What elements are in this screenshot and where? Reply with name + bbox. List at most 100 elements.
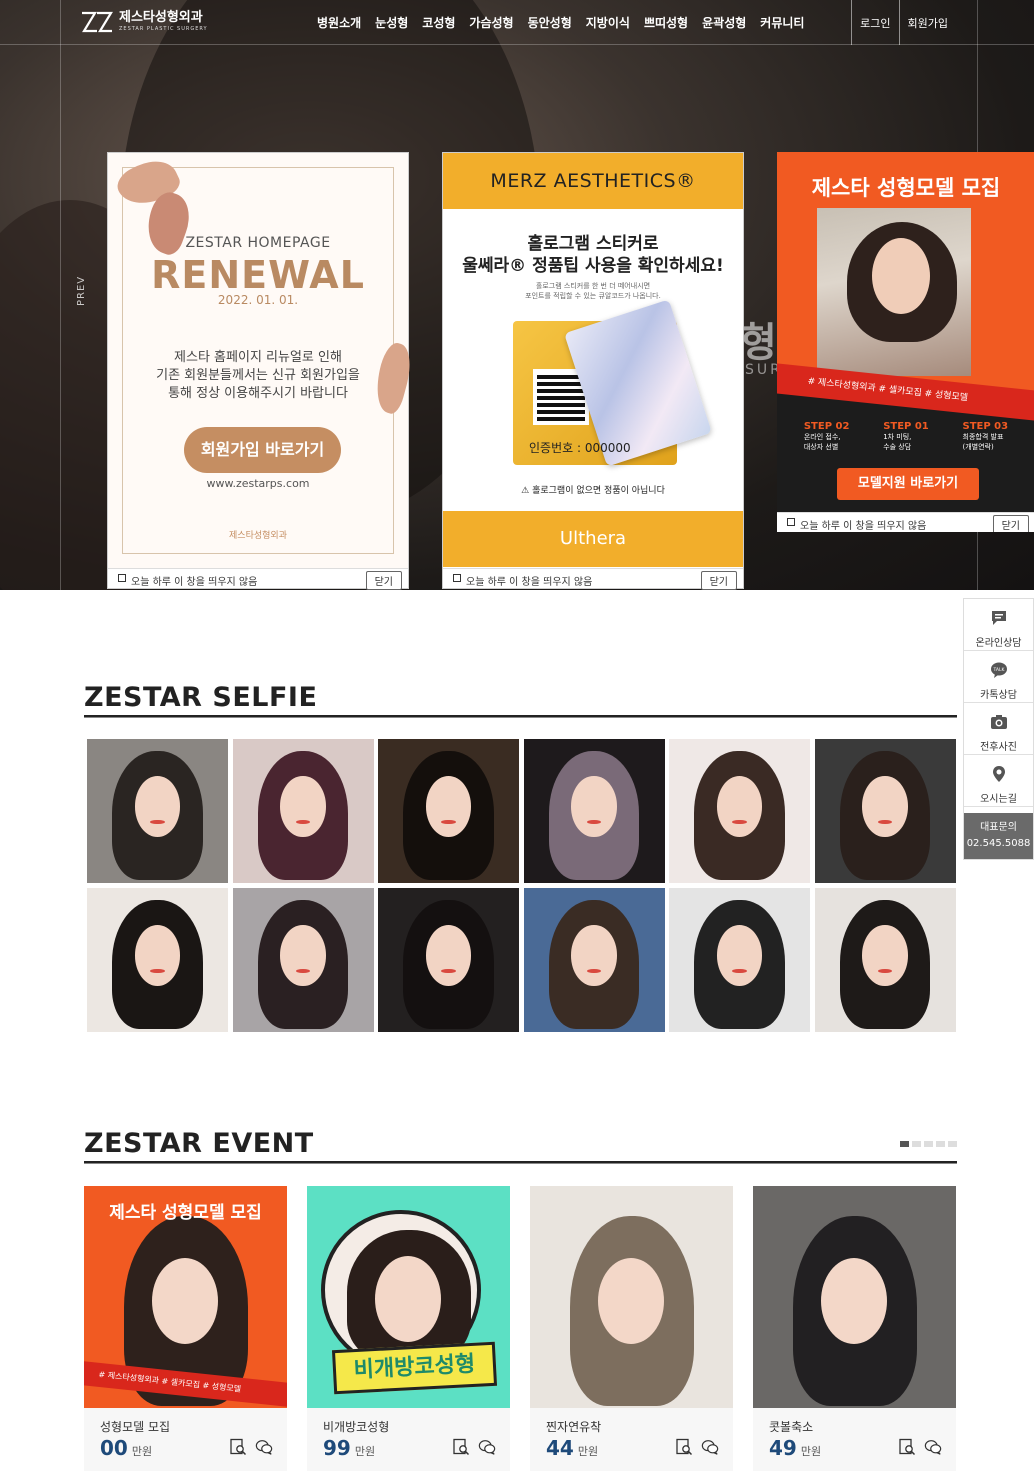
event-banner-title: 비개방코성형 (331, 1341, 498, 1395)
hologram-warning-text: 홀로그램이 없으면 정품이 아닙니다 (532, 486, 665, 496)
site-logo[interactable]: 제스타성형외과 ZESTAR PLASTIC SURGERY (81, 11, 208, 33)
popup-model-recruit: 제스타 성형모델 모집 # 제스타성형외과 # 셀카모집 # 성형모델 STEP… (777, 152, 1034, 532)
popup-footer: 오늘 하루 이 창을 띄우지 않음 닫기 (108, 568, 408, 590)
selfie-photo[interactable] (669, 739, 810, 883)
selfie-photo[interactable] (814, 888, 956, 1032)
renewal-body-line: 기존 회원분들께서는 신규 회원가입을 (156, 368, 360, 383)
renewal-date: 2022. 01. 01. (217, 293, 299, 307)
renewal-brand: 제스타성형외과 (229, 531, 287, 541)
nav-item-fat-graft[interactable]: 지방이식 (586, 14, 630, 31)
quick-item-label: 카톡상담 (980, 690, 1017, 701)
selfie-photo[interactable] (669, 888, 810, 1032)
dont-show-today-checkbox[interactable] (787, 518, 795, 526)
quick-directions[interactable]: 오시는길 (964, 755, 1033, 807)
search-document-icon[interactable] (452, 1438, 470, 1456)
map-pin-icon (992, 766, 1005, 782)
selfie-lip (586, 968, 602, 973)
nav-item-contour[interactable]: 윤곽성형 (702, 14, 746, 31)
main-nav: 병원소개 눈성형 코성형 가슴성형 동안성형 지방이식 쁘띠성형 윤곽성형 커뮤… (317, 14, 804, 31)
event-card[interactable]: 찐자연유착 44 만원 (530, 1186, 733, 1471)
step-number: STEP 01 (883, 421, 929, 432)
selfie-photo[interactable] (87, 739, 228, 883)
nav-item-breast[interactable]: 가슴성형 (469, 14, 513, 31)
selfie-photo[interactable] (232, 888, 374, 1032)
event-image (530, 1186, 733, 1408)
chat-consult-icon[interactable] (701, 1438, 719, 1456)
ulthera-subtext: 홀로그램 스티커를 한 번 더 떼어내시면 포인트를 적립할 수 있는 큐알코드… (443, 281, 743, 301)
selfie-photo[interactable] (523, 888, 665, 1032)
pager-dot[interactable] (948, 1141, 957, 1147)
pager-dot[interactable] (900, 1141, 909, 1147)
event-card[interactable]: 비개방코성형 비개방코성형 99 만원 (307, 1186, 510, 1471)
merz-brand: MERZ AESTHETICS® (443, 153, 743, 209)
nav-item-community[interactable]: 커뮤니티 (760, 14, 804, 31)
selfie-lip (150, 819, 165, 824)
event-price-unit: 만원 (354, 1445, 376, 1458)
dont-show-today-label: 오늘 하루 이 창을 띄우지 않음 (800, 521, 927, 532)
dont-show-today-checkbox[interactable] (453, 574, 461, 582)
selfie-photo[interactable] (814, 739, 956, 883)
quick-item-label: 오시는길 (980, 794, 1017, 805)
logo-subtitle: ZESTAR PLASTIC SURGERY (119, 26, 208, 32)
event-card[interactable]: 콧볼축소 49 만원 (753, 1186, 956, 1471)
auth-code: 인증번호 : 000000 (529, 441, 631, 455)
pager-dot[interactable] (924, 1141, 933, 1147)
chat-consult-icon[interactable] (924, 1438, 942, 1456)
step-text: (개별연락) (962, 443, 994, 451)
event-price: 44 만원 (546, 1436, 598, 1460)
search-document-icon[interactable] (675, 1438, 693, 1456)
nav-item-nose[interactable]: 코성형 (422, 14, 455, 31)
nav-item-antiaging[interactable]: 동안성형 (528, 14, 572, 31)
selfie-face (280, 925, 326, 986)
event-model-face (598, 1258, 664, 1344)
selfie-lip (441, 819, 456, 824)
event-name: 비개방코성형 (323, 1420, 390, 1434)
selfie-photo[interactable] (87, 888, 228, 1032)
chat-consult-icon[interactable] (478, 1438, 496, 1456)
selfie-photo[interactable] (378, 888, 519, 1032)
selfie-grid (87, 739, 956, 1032)
selfie-photo[interactable] (378, 739, 519, 883)
hero-prev-button[interactable]: PREV (76, 276, 87, 306)
quick-phone[interactable]: 대표문의 02.545.5088 (964, 813, 1033, 859)
quick-online-consult[interactable]: 온라인상담 (964, 599, 1033, 651)
popup-close-button[interactable]: 닫기 (365, 571, 402, 590)
selfie-face (716, 776, 763, 837)
step-number: STEP 03 (962, 421, 1009, 432)
signup-shortcut-button[interactable]: 회원가입 바로가기 (184, 427, 341, 473)
event-image: 비개방코성형 (307, 1186, 510, 1408)
camera-icon (990, 715, 1007, 729)
ulthera-headline-line: 울쎄라® 정품팁 사용을 확인하세요! (462, 256, 724, 276)
nav-item-petit[interactable]: 쁘띠성형 (644, 14, 688, 31)
selfie-face (571, 925, 617, 986)
popup-close-button[interactable]: 닫기 (700, 571, 737, 590)
dont-show-today-label: 오늘 하루 이 창을 띄우지 않음 (131, 577, 258, 588)
event-price-value: 44 (546, 1436, 574, 1460)
ulthera-subtext-line: 홀로그램 스티커를 한 번 더 떼어내시면 (535, 282, 651, 290)
search-document-icon[interactable] (898, 1438, 916, 1456)
chat-consult-icon[interactable] (255, 1438, 273, 1456)
pager-dot[interactable] (912, 1141, 921, 1147)
signup-link[interactable]: 회원가입 (898, 0, 956, 45)
event-model-face (375, 1256, 441, 1342)
nav-item-about[interactable]: 병원소개 (317, 14, 361, 31)
recruit-model-photo (817, 208, 971, 376)
popup-close-button[interactable]: 닫기 (992, 515, 1029, 532)
event-card[interactable]: 제스타 성형모델 모집 # 제스타성형외과 # 셀카모집 # 성형모델 성형모델… (84, 1186, 287, 1471)
selfie-face (862, 776, 908, 837)
model-apply-button[interactable]: 모델지원 바로가기 (837, 468, 979, 500)
dont-show-today-checkbox[interactable] (118, 574, 126, 582)
event-price-value: 00 (100, 1436, 128, 1460)
event-image (753, 1186, 956, 1408)
event-price-value: 99 (323, 1436, 351, 1460)
selfie-photo[interactable] (523, 739, 665, 883)
hologram-warning: ⚠ 홀로그램이 없으면 정품이 아닙니다 (443, 483, 743, 496)
quick-item-label: 온라인상담 (975, 638, 1022, 649)
selfie-photo[interactable] (232, 739, 374, 883)
nav-item-eye[interactable]: 눈성형 (375, 14, 408, 31)
search-document-icon[interactable] (229, 1438, 247, 1456)
quick-before-after[interactable]: 전후사진 (964, 703, 1033, 755)
pager-dot[interactable] (936, 1141, 945, 1147)
quick-kakao-consult[interactable]: TALK 카톡상담 (964, 651, 1033, 703)
login-link[interactable]: 로그인 (851, 0, 898, 45)
